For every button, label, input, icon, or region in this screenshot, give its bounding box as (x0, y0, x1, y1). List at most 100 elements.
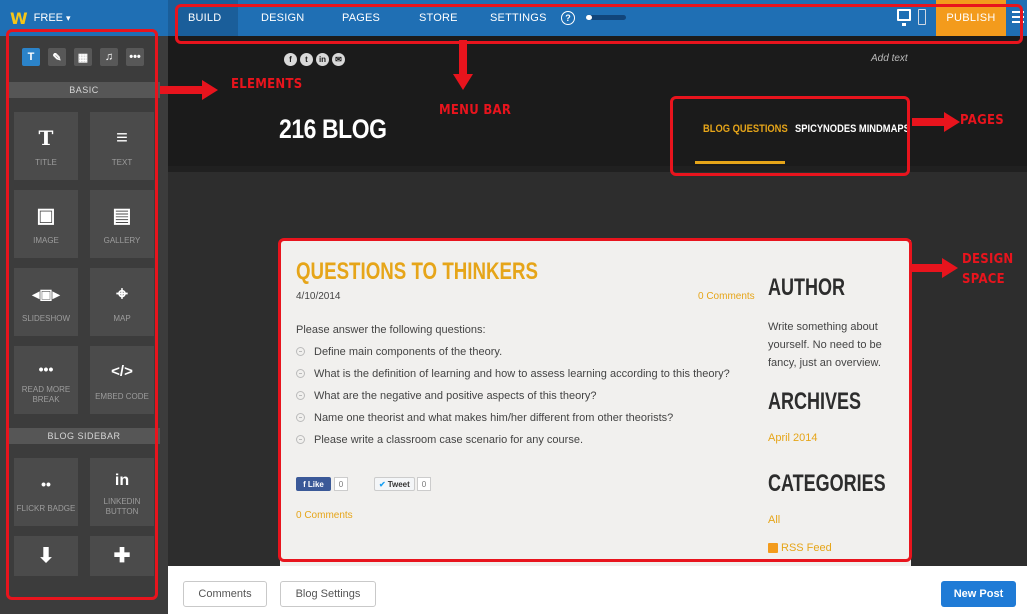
menu-bar-arrow-icon (453, 40, 473, 90)
linkedin-icon: in (114, 472, 130, 489)
post-comments-count[interactable]: 0 Comments (698, 291, 755, 302)
design-space-annotation-label: DESIGN SPACE (962, 252, 1014, 287)
text-tool-icon[interactable]: T (22, 48, 40, 66)
basic-section-header: BASIC (8, 82, 160, 98)
blog-settings-button[interactable]: Blog Settings (280, 581, 376, 607)
active-nav-underline (695, 161, 785, 164)
pages-arrow-icon (912, 112, 960, 132)
element-download[interactable]: ⬇ (14, 536, 78, 576)
nav-blog-questions[interactable]: BLOG QUESTIONS (703, 123, 788, 135)
post-title[interactable]: QUESTIONS TO THINKERS (296, 258, 538, 286)
plan-bar[interactable]: W FREE ▾ (0, 0, 168, 36)
rss-feed-link[interactable]: RSS Feed (768, 542, 832, 554)
element-contact[interactable]: ✚ (90, 536, 154, 576)
twitter-icon[interactable]: t (300, 53, 313, 66)
mobile-view-icon[interactable] (918, 9, 926, 25)
elements-sidebar: W FREE ▾ T ✎ ▦ ♫ ••• BASIC T TITLE ≡ TEXT… (0, 0, 168, 614)
linkedin-icon[interactable]: in (316, 53, 329, 66)
tab-build[interactable]: BUILD (188, 12, 221, 24)
facebook-icon[interactable]: f (284, 53, 297, 66)
weebly-logo-icon: W (10, 8, 28, 28)
hamburger-menu-icon[interactable] (1012, 11, 1024, 26)
list-item[interactable]: Name one theorist and what makes him/her… (296, 411, 730, 433)
rss-icon (768, 543, 778, 553)
code-icon: </> (111, 363, 133, 380)
element-flickr-badge[interactable]: •• FLICKR BADGE (14, 458, 78, 526)
element-title[interactable]: T TITLE (14, 112, 78, 180)
tweet-count: 0 (417, 477, 431, 491)
element-gallery[interactable]: ▤ GALLERY (90, 190, 154, 258)
post-date: 4/10/2014 (296, 291, 341, 302)
list-item[interactable]: Please write a classroom case scenario f… (296, 433, 730, 455)
bullet-icon (296, 435, 305, 444)
comments-link[interactable]: 0 Comments (296, 510, 353, 521)
help-icon[interactable]: ? (561, 11, 575, 25)
element-label: EMBED CODE (95, 392, 149, 401)
pages-annotation-label: PAGES (960, 113, 1004, 128)
tweet-button[interactable]: ✔ Tweet (374, 477, 415, 491)
archive-link[interactable]: April 2014 (768, 432, 818, 444)
comments-button[interactable]: Comments (183, 581, 267, 607)
list-item[interactable]: What are the negative and positive aspec… (296, 389, 730, 411)
new-post-button[interactable]: New Post (941, 581, 1016, 607)
more-tool-icon[interactable]: ••• (126, 48, 144, 66)
facebook-icon: f (303, 479, 306, 489)
element-text[interactable]: ≡ TEXT (90, 112, 154, 180)
list-item[interactable]: What is the definition of learning and h… (296, 367, 730, 389)
publish-button[interactable]: PUBLISH (936, 0, 1006, 36)
element-label: FLICKR BADGE (16, 504, 76, 513)
tab-store[interactable]: STORE (419, 12, 458, 24)
like-count: 0 (334, 477, 348, 491)
menu-bar-annotation-label: MENU BAR (439, 103, 512, 118)
blog-actions-bar: Comments Blog Settings New Post (168, 566, 1027, 614)
title-icon: T (38, 126, 54, 150)
element-map[interactable]: ⌖ MAP (90, 268, 154, 336)
tool-row: T ✎ ▦ ♫ ••• (22, 48, 144, 66)
elements-annotation-label: ELEMENTS (231, 77, 303, 92)
bullet-icon (296, 391, 305, 400)
tab-settings[interactable]: SETTINGS (490, 12, 547, 24)
element-label: IMAGE (33, 236, 59, 245)
text-icon: ≡ (116, 127, 128, 149)
element-label: TEXT (111, 158, 133, 167)
progress-fill (586, 15, 592, 20)
post-intro[interactable]: Please answer the following questions: (296, 324, 486, 336)
categories-heading[interactable]: CATEGORIES (768, 470, 886, 498)
dots-icon: ••• (38, 361, 54, 377)
site-title[interactable]: 216 BLOG (279, 114, 387, 145)
blog-sidebar-section-header: BLOG SIDEBAR (8, 428, 160, 444)
question-list: Define main components of the theory. Wh… (296, 345, 730, 455)
category-link[interactable]: All (768, 514, 780, 526)
plan-dropdown[interactable]: FREE ▾ (34, 12, 71, 24)
layout-tool-icon[interactable]: ▦ (74, 48, 92, 66)
element-label: READ MORE BREAK (21, 385, 71, 404)
facebook-like-button[interactable]: f Like (296, 477, 331, 491)
archives-heading[interactable]: ARCHIVES (768, 388, 861, 416)
site-header: f t in ✉ Add text 216 BLOG BLOG QUESTION… (168, 36, 1027, 166)
pencil-tool-icon[interactable]: ✎ (48, 48, 66, 66)
mail-icon[interactable]: ✉ (332, 53, 345, 66)
bullet-icon (296, 413, 305, 422)
design-canvas: f t in ✉ Add text 216 BLOG BLOG QUESTION… (168, 36, 1027, 566)
element-embed-code[interactable]: </> EMBED CODE (90, 346, 154, 414)
element-read-more-break[interactable]: ••• READ MORE BREAK (14, 346, 78, 414)
element-slideshow[interactable]: ◂▣▸ SLIDESHOW (14, 268, 78, 336)
progress-bar (586, 15, 626, 20)
tab-design[interactable]: DESIGN (261, 12, 304, 24)
author-text[interactable]: Write something about yourself. No need … (768, 318, 903, 372)
tab-pages[interactable]: PAGES (342, 12, 380, 24)
element-label: LINKEDIN BUTTON (103, 497, 141, 516)
list-item[interactable]: Define main components of the theory. (296, 345, 730, 367)
element-image[interactable]: ▣ IMAGE (14, 190, 78, 258)
slideshow-icon: ◂▣▸ (32, 286, 60, 302)
twitter-bird-icon: ✔ (379, 479, 386, 489)
author-heading[interactable]: AUTHOR (768, 274, 845, 302)
design-space-arrow-icon (910, 258, 958, 278)
element-label: GALLERY (103, 236, 141, 245)
desktop-view-icon[interactable] (897, 9, 911, 26)
media-tool-icon[interactable]: ♫ (100, 48, 118, 66)
menu-bar: BUILD DESIGN PAGES STORE SETTINGS ? PUBL… (168, 0, 1027, 36)
element-linkedin-button[interactable]: in LINKEDIN BUTTON (90, 458, 154, 526)
add-text-placeholder[interactable]: Add text (871, 53, 908, 64)
nav-spicynodes-mindmaps[interactable]: SPICYNODES MINDMAPS (795, 123, 910, 135)
